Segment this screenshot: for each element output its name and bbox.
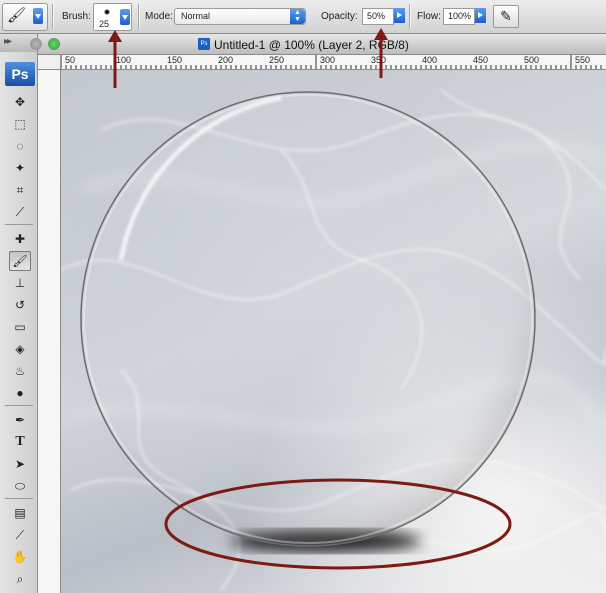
annotation-arrows [108,28,388,88]
annotation-arrow-brush [108,30,122,88]
annotation-arrow-opacity [374,28,388,78]
